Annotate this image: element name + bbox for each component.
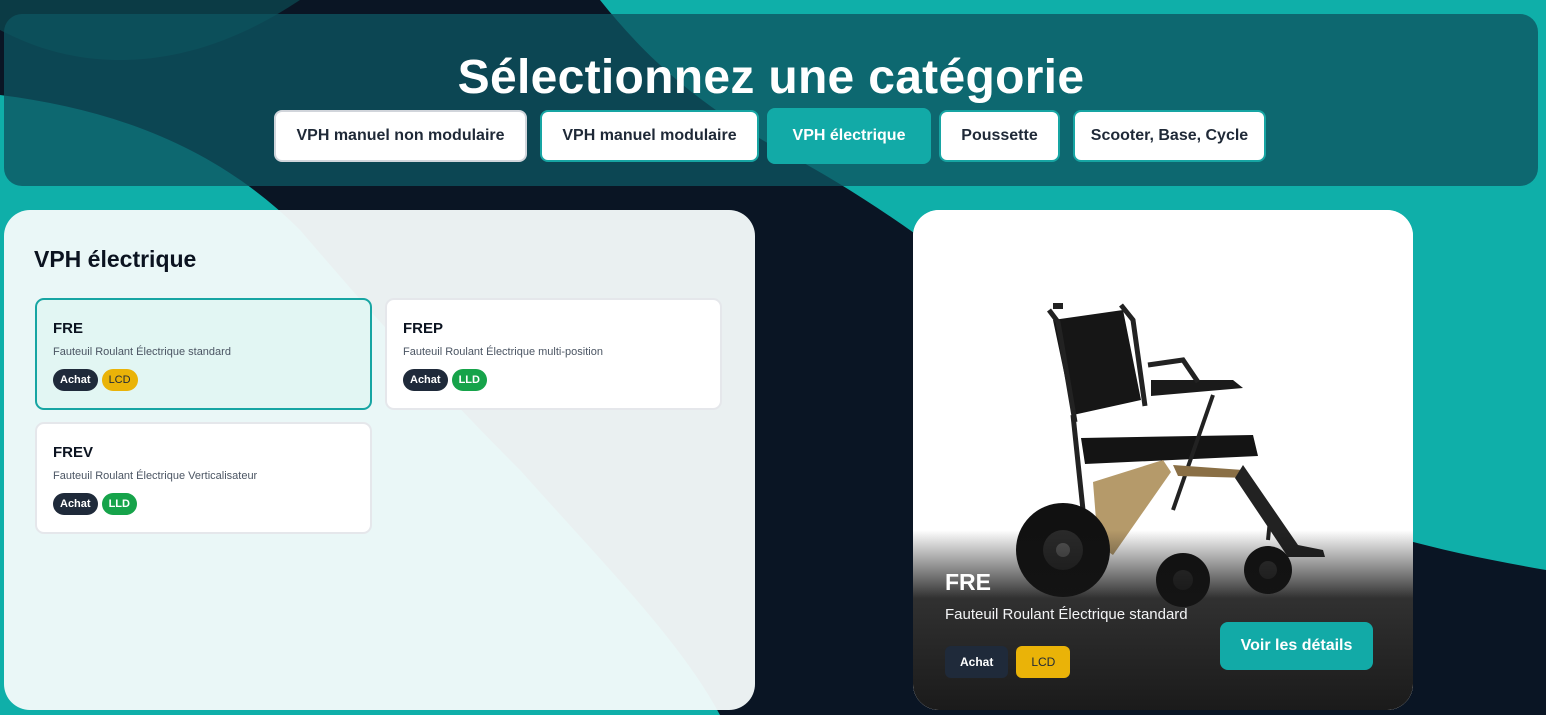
tab-scooter-base-cycle[interactable]: Scooter, Base, Cycle [1073,110,1266,162]
preview-description: Fauteuil Roulant Électrique standard [945,606,1188,623]
tag-achat: Achat [403,369,448,391]
page-title: Sélectionnez une catégorie [457,51,1085,104]
category-panel: VPH électrique FRE Fauteuil Roulant Élec… [4,210,755,710]
product-tags: Achat LLD [403,369,487,391]
tab-vph-electrique[interactable]: VPH électrique [767,108,931,164]
product-description: Fauteuil Roulant Électrique Verticalisat… [53,470,258,482]
tag-lcd: LCD [1016,646,1071,678]
tag-lld: LLD [101,493,137,515]
product-code: FREP [403,320,444,337]
product-code: FRE [53,320,83,337]
product-tags: Achat LLD [53,493,137,515]
category-title: VPH électrique [34,246,197,272]
product-card-frev[interactable]: FREV Fauteuil Roulant Électrique Vertica… [35,422,372,534]
product-preview: FRE Fauteuil Roulant Électrique standard… [913,210,1413,710]
product-card-frep[interactable]: FREP Fauteuil Roulant Électrique multi-p… [385,298,722,410]
product-description: Fauteuil Roulant Électrique multi-positi… [403,346,603,358]
tag-achat: Achat [53,493,98,515]
product-description: Fauteuil Roulant Électrique standard [53,346,231,358]
tag-achat: Achat [53,369,98,391]
preview-code: FRE [945,569,991,595]
product-tags: Achat LCD [53,369,138,391]
tab-vph-manuel-modulaire[interactable]: VPH manuel modulaire [540,110,759,162]
view-details-button[interactable]: Voir les détails [1220,622,1373,670]
tag-lld: LLD [451,369,487,391]
tab-poussette[interactable]: Poussette [939,110,1060,162]
tag-achat: Achat [945,646,1009,678]
product-code: FREV [53,444,94,461]
product-card-fre[interactable]: FRE Fauteuil Roulant Électrique standard… [35,298,372,410]
tag-lcd: LCD [101,369,138,391]
category-header: Sélectionnez une catégorie VPH manuel no… [4,14,1538,186]
preview-tags: Achat LCD [945,646,1071,678]
tab-vph-manuel-non-modulaire[interactable]: VPH manuel non modulaire [274,110,527,162]
category-tabs: VPH manuel non modulaire VPH manuel modu… [4,108,1538,164]
